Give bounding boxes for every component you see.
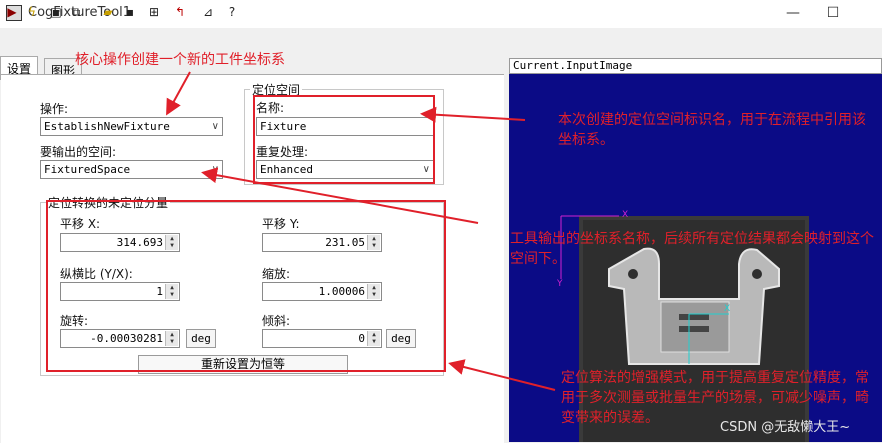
annotation-operation: 核心操作创建一个新的工件坐标系 xyxy=(75,52,285,68)
watermark: CSDN @无敌懒大王~ xyxy=(720,420,851,435)
annotation-name: 本次创建的定位空间标识名，用于在流程中引用该坐标系。 xyxy=(558,112,866,148)
annotation-output-space: 工具输出的坐标系名称，后续所有定位结果都会映射到这个空间下。 xyxy=(510,231,874,267)
